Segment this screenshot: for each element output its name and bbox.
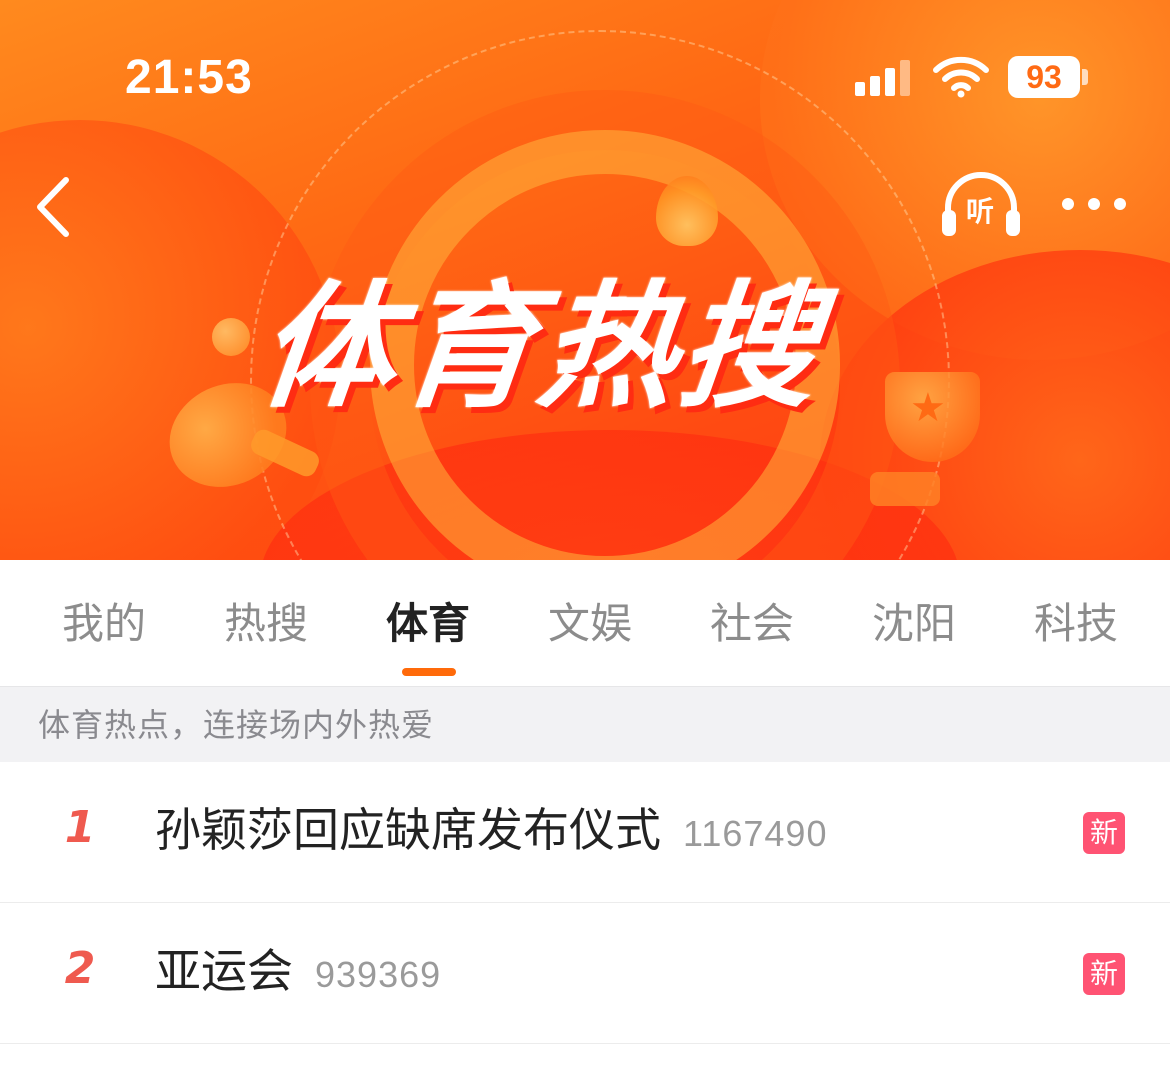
section-subheader: 体育热点，连接场内外热爱	[0, 686, 1170, 762]
list-item[interactable]: 1 孙颖莎回应缺席发布仪式 1167490 新	[0, 762, 1170, 903]
battery-indicator: 93	[1008, 56, 1080, 98]
dot	[1062, 198, 1074, 210]
hero-banner: ★ 体育热搜 21:53 93 听	[0, 0, 1170, 560]
tab-shenyang[interactable]: 沈阳	[854, 594, 974, 654]
tab-tech[interactable]: 科技	[1016, 594, 1136, 654]
headline-text: 孙颖莎回应缺席发布仪式	[155, 803, 661, 857]
headline-text: 亚运会	[155, 944, 293, 998]
tab-society[interactable]: 社会	[692, 594, 812, 654]
headline: 孙颖莎回应缺席发布仪式 1167490	[155, 800, 827, 864]
headline: 亚运会 939369	[155, 941, 441, 1005]
listen-label: 听	[965, 195, 994, 228]
more-options-button[interactable]	[1058, 190, 1132, 220]
subheader-text: 体育热点，连接场内外热爱	[38, 706, 435, 744]
category-tabs: 我的 热搜 体育 文娱 社会 沈阳 科技	[0, 560, 1170, 686]
star-icon: ★	[910, 385, 946, 431]
hot-count: 1167490	[683, 813, 828, 854]
trophy-base	[870, 472, 940, 506]
active-tab-indicator	[402, 668, 456, 676]
hot-count: 939369	[315, 954, 442, 995]
wifi-icon	[932, 54, 990, 98]
back-button[interactable]	[30, 172, 80, 242]
tab-hot-search[interactable]: 热搜	[206, 594, 326, 654]
page-title: 体育热搜	[251, 269, 829, 427]
dot	[1114, 198, 1126, 210]
tab-entertainment[interactable]: 文娱	[530, 594, 650, 654]
battery-cap	[1082, 69, 1088, 85]
chevron-left-icon	[37, 177, 69, 237]
rank-number: 1	[64, 802, 96, 853]
tab-mine[interactable]: 我的	[44, 594, 164, 654]
list-item[interactable]: 2 亚运会 939369 新	[0, 903, 1170, 1044]
cellular-signal-icon	[855, 58, 913, 96]
new-badge: 新	[1083, 953, 1125, 995]
rank-number: 2	[64, 943, 96, 994]
tab-sports[interactable]: 体育	[368, 594, 488, 654]
new-badge: 新	[1083, 812, 1125, 854]
status-time: 21:53	[125, 51, 253, 104]
ping-pong-ball-icon	[212, 318, 250, 356]
dot	[1088, 198, 1100, 210]
